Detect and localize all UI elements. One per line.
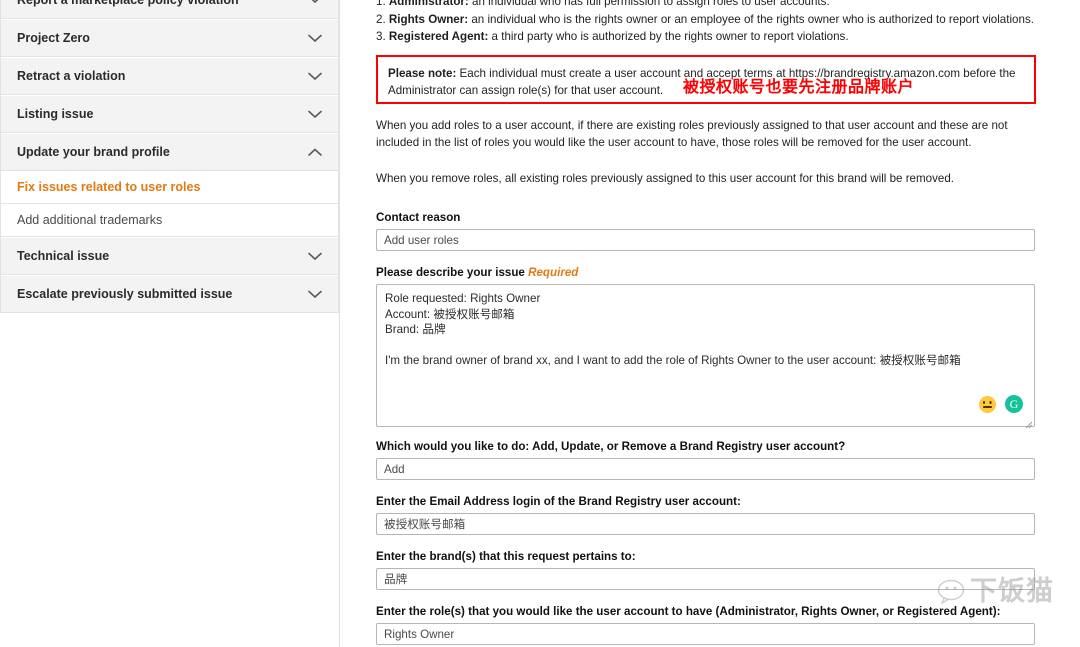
role-term: Administrator:: [388, 0, 469, 8]
please-note-label: Please note:: [388, 66, 457, 80]
role-number: 3.: [376, 30, 386, 43]
roles-input[interactable]: [376, 623, 1035, 646]
role-definition-rights-owner: 2. Rights Owner: an individual who is th…: [376, 11, 1036, 29]
chevron-down-icon: [308, 72, 322, 81]
sidebar-item-label: Escalate previously submitted issue: [17, 287, 233, 301]
role-definitions-list: 1. Administrator: an individual who has …: [376, 0, 1036, 46]
field-action-type: Which would you like to do: Add, Update,…: [376, 440, 1036, 481]
contact-reason-label: Contact reason: [376, 211, 461, 225]
chevron-down-icon: [308, 34, 322, 43]
brands-label: Enter the brand(s) that this request per…: [376, 550, 636, 564]
email-login-label: Enter the Email Address login of the Bra…: [376, 495, 741, 509]
chevron-down-icon: [308, 290, 322, 299]
role-description: an individual who has full permission to…: [468, 0, 830, 8]
role-description: a third party who is authorized by the r…: [488, 30, 849, 43]
please-note-callout: Please note: Each individual must create…: [376, 54, 1036, 104]
neutral-face-emoji-icon[interactable]: [979, 395, 996, 413]
email-login-input[interactable]: [376, 513, 1035, 536]
role-description: an individual who is the rights owner or…: [468, 12, 1034, 26]
sidebar-item-update-your-brand-profile[interactable]: Update your brand profile: [1, 133, 338, 171]
contact-reason-input[interactable]: [376, 229, 1035, 252]
role-term: Registered Agent:: [388, 30, 489, 43]
field-brands: Enter the brand(s) that this request per…: [376, 550, 1036, 591]
describe-issue-textarea-wrap: Role requested: Rights Owner Account: 被授…: [376, 284, 1035, 429]
sidebar-item-label: Update your brand profile: [17, 145, 170, 159]
sidebar-item-report-marketplace-policy-violation[interactable]: Report a marketplace policy violation: [1, 0, 338, 19]
chevron-up-icon: [308, 147, 322, 157]
role-number: 2.: [376, 12, 386, 26]
action-type-label: Which would you like to do: Add, Update,…: [376, 440, 846, 454]
field-contact-reason: Contact reason: [376, 211, 1036, 252]
field-roles: Enter the role(s) that you would like th…: [376, 605, 1036, 646]
page-root: Report a marketplace policy violation Pr…: [0, 0, 1080, 647]
chevron-down-icon: [308, 252, 322, 261]
role-term: Rights Owner:: [388, 12, 469, 26]
roles-label: Enter the role(s) that you would like th…: [376, 605, 1001, 619]
sidebar-item-label: Add additional trademarks: [17, 213, 163, 227]
describe-issue-label-text: Please describe your issue: [376, 266, 525, 280]
sidebar-item-technical-issue[interactable]: Technical issue: [1, 237, 338, 275]
sidebar-item-label: Fix issues related to user roles: [17, 180, 201, 194]
sidebar-item-retract-a-violation[interactable]: Retract a violation: [1, 57, 338, 95]
field-describe-issue: Please describe your issue Required Role…: [376, 266, 1036, 429]
chevron-down-icon: [308, 110, 322, 119]
field-email-login: Enter the Email Address login of the Bra…: [376, 495, 1036, 536]
action-type-input[interactable]: [376, 458, 1035, 481]
sidebar-item-label: Retract a violation: [17, 69, 126, 83]
main-content: 1. Administrator: an individual who has …: [340, 0, 1080, 647]
role-definition-administrator: 1. Administrator: an individual who has …: [376, 0, 1036, 11]
sidebar-item-project-zero[interactable]: Project Zero: [1, 19, 338, 57]
required-badge: Required: [528, 266, 579, 280]
describe-issue-label: Please describe your issue Required: [376, 266, 1036, 279]
sidebar-item-label: Technical issue: [17, 249, 110, 263]
sidebar-item-label: Project Zero: [17, 31, 90, 45]
role-definition-registered-agent: 3. Registered Agent: a third party who i…: [376, 28, 1036, 46]
sidebar-item-listing-issue[interactable]: Listing issue: [1, 95, 338, 133]
issue-category-accordion: Report a marketplace policy violation Pr…: [0, 0, 339, 313]
chevron-down-icon: [308, 0, 322, 4]
brands-input[interactable]: [376, 568, 1035, 591]
sidebar-item-escalate-previously-submitted-issue[interactable]: Escalate previously submitted issue: [1, 275, 338, 313]
role-number: 1.: [376, 0, 386, 8]
sidebar-item-fix-issues-related-to-user-roles[interactable]: Fix issues related to user roles: [1, 171, 338, 204]
sidebar-item-label: Report a marketplace policy violation: [17, 0, 239, 7]
sidebar-item-label: Listing issue: [17, 107, 94, 121]
paragraph-add-roles: When you add roles to a user account, if…: [376, 118, 1008, 150]
paragraph-remove-roles: When you remove roles, all existing role…: [376, 171, 955, 185]
sidebar-navigation: Report a marketplace policy violation Pr…: [0, 0, 340, 647]
describe-issue-textarea[interactable]: Role requested: Rights Owner Account: 被授…: [376, 284, 1035, 428]
sidebar-item-add-additional-trademarks[interactable]: Add additional trademarks: [1, 204, 338, 237]
red-annotation-text: 被授权账号也要先注册品牌账户: [683, 78, 915, 96]
grammarly-icon[interactable]: G: [1005, 395, 1023, 414]
textarea-assistant-icons: G: [979, 395, 1023, 414]
